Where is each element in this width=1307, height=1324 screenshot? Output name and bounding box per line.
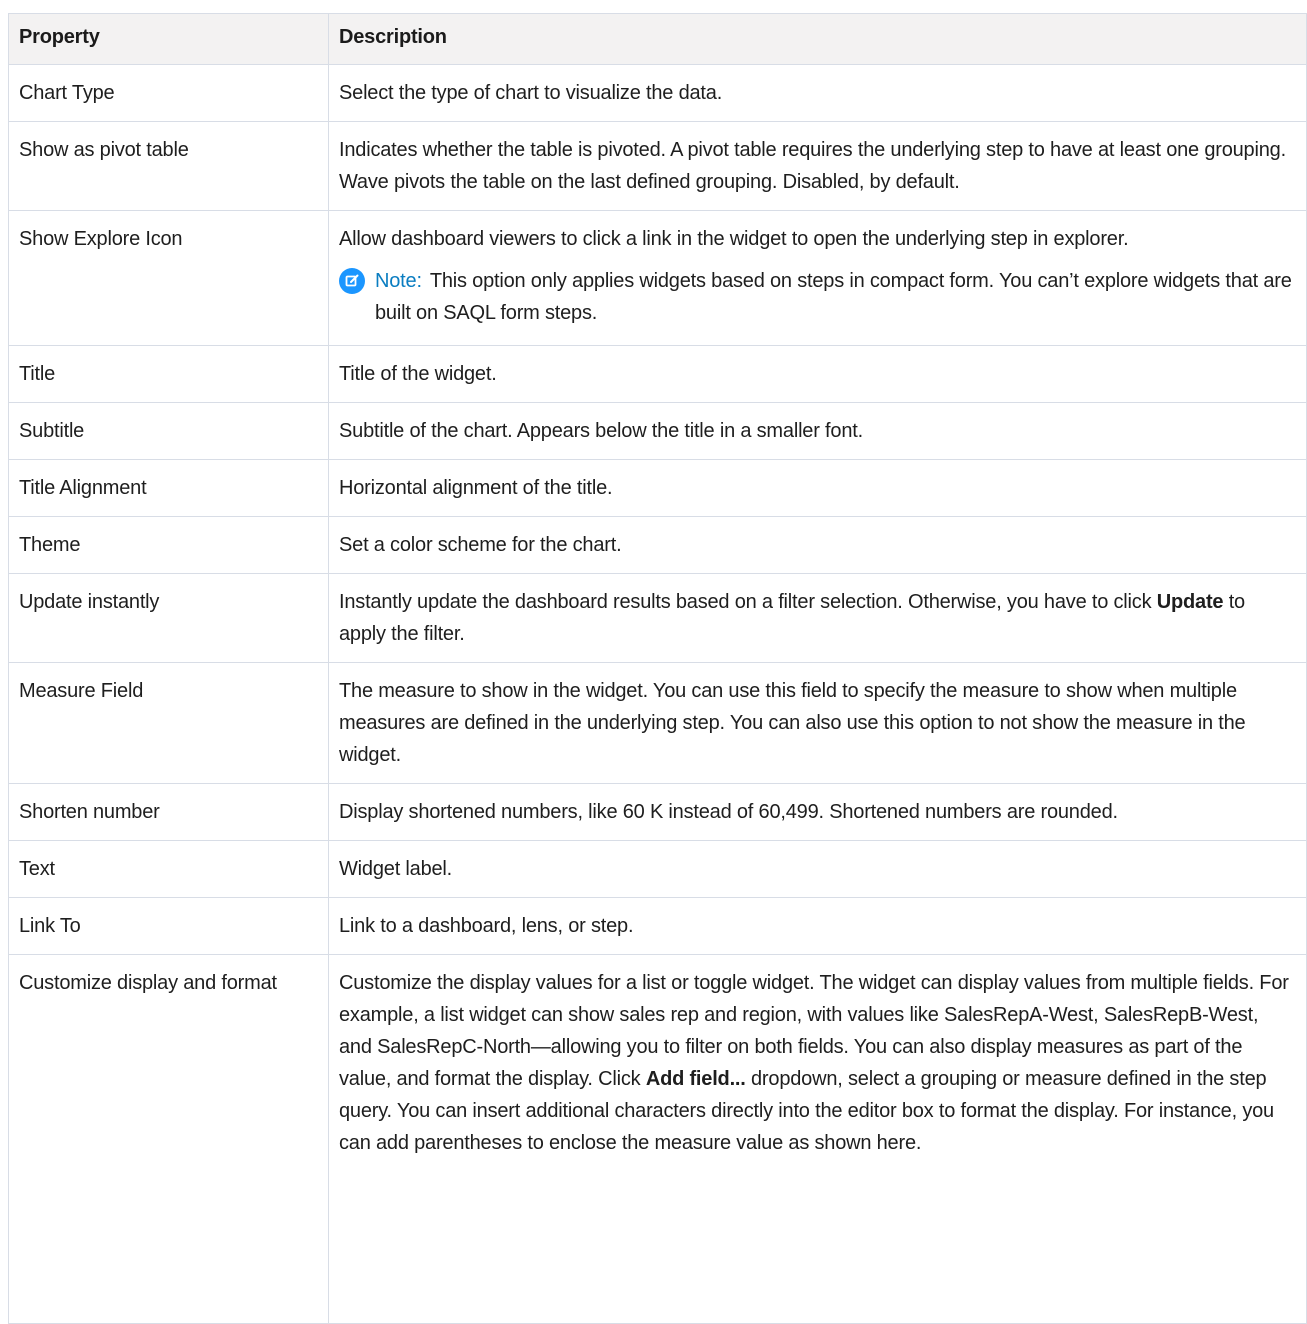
description-cell: Set a color scheme for the chart. — [328, 516, 1307, 574]
property-cell: Chart Type — [8, 64, 329, 122]
table-header-row: Property Description — [8, 13, 1307, 65]
table-row: Update instantly Instantly update the da… — [8, 573, 1307, 663]
description-cell: Allow dashboard viewers to click a link … — [328, 210, 1307, 346]
add-field-term: Add field... — [645, 1068, 746, 1090]
column-header-description: Description — [328, 13, 1307, 65]
table-row: Title Alignment Horizontal alignment of … — [8, 459, 1307, 517]
table-row: Measure Field The measure to show in the… — [8, 662, 1307, 784]
description-cell: Link to a dashboard, lens, or step. — [328, 897, 1307, 955]
description-cell: Instantly update the dashboard results b… — [328, 573, 1307, 663]
table-row: Chart Type Select the type of chart to v… — [8, 64, 1307, 122]
description-cell: Horizontal alignment of the title. — [328, 459, 1307, 517]
description-cell: Indicates whether the table is pivoted. … — [328, 121, 1307, 211]
update-term: Update — [1156, 591, 1224, 613]
property-cell: Measure Field — [8, 662, 329, 784]
description-cell: Select the type of chart to visualize th… — [328, 64, 1307, 122]
property-cell: Title — [8, 345, 329, 403]
property-cell: Update instantly — [8, 573, 329, 663]
property-cell: Customize display and format — [8, 954, 329, 1324]
property-cell: Text — [8, 840, 329, 898]
description-cell: Title of the widget. — [328, 345, 1307, 403]
table-row: Show as pivot table Indicates whether th… — [8, 121, 1307, 211]
property-cell: Subtitle — [8, 402, 329, 460]
table-row: Shorten number Display shortened numbers… — [8, 783, 1307, 841]
table-row: Link To Link to a dashboard, lens, or st… — [8, 897, 1307, 955]
description-cell: Customize the display values for a list … — [328, 954, 1307, 1324]
description-text: Allow dashboard viewers to click a link … — [339, 228, 1129, 250]
description-cell: Widget label. — [328, 840, 1307, 898]
table-row: Subtitle Subtitle of the chart. Appears … — [8, 402, 1307, 460]
description-cell: Display shortened numbers, like 60 K ins… — [328, 783, 1307, 841]
description-cell: Subtitle of the chart. Appears below the… — [328, 402, 1307, 460]
property-cell: Link To — [8, 897, 329, 955]
property-cell: Shorten number — [8, 783, 329, 841]
description-text: Instantly update the dashboard results b… — [339, 591, 1157, 613]
table-row: Theme Set a color scheme for the chart. — [8, 516, 1307, 574]
table-row: Text Widget label. — [8, 840, 1307, 898]
column-header-property: Property — [8, 13, 329, 65]
note-callout: Note: This option only applies widgets ba… — [339, 265, 1296, 329]
property-cell: Show as pivot table — [8, 121, 329, 211]
properties-table: Property Description Chart Type Select t… — [8, 13, 1307, 1324]
table-row: Show Explore Icon Allow dashboard viewer… — [8, 210, 1307, 346]
property-cell: Show Explore Icon — [8, 210, 329, 346]
table-row: Customize display and format Customize t… — [8, 954, 1307, 1324]
documentation-page: Property Description Chart Type Select t… — [0, 0, 1307, 1324]
property-cell: Theme — [8, 516, 329, 574]
note-label: Note: — [375, 270, 422, 292]
description-cell: The measure to show in the widget. You c… — [328, 662, 1307, 784]
edit-note-icon — [339, 268, 365, 294]
note-text: This option only applies widgets based o… — [375, 270, 1292, 324]
property-cell: Title Alignment — [8, 459, 329, 517]
note-body: Note: This option only applies widgets ba… — [375, 265, 1296, 329]
table-row: Title Title of the widget. — [8, 345, 1307, 403]
